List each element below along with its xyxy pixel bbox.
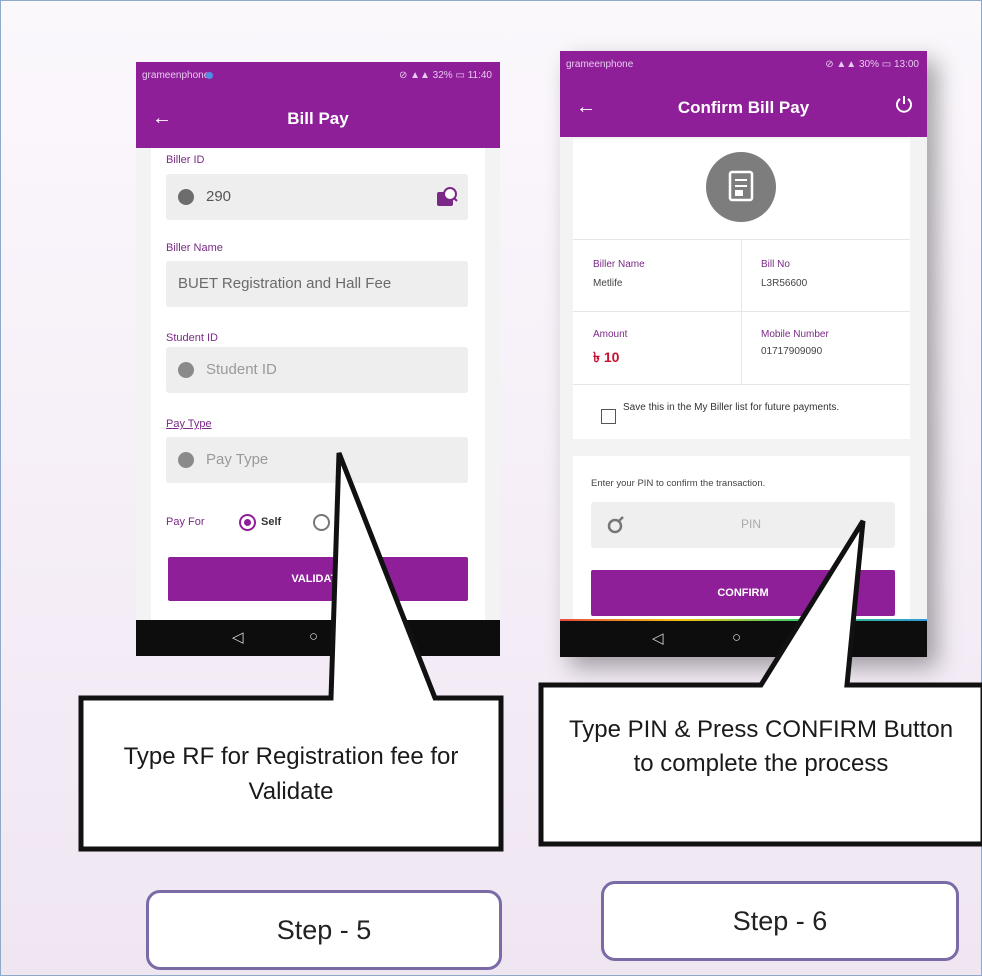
step5-label: Step - 5 <box>146 890 502 970</box>
step6-label: Step - 6 <box>601 881 959 961</box>
step6-callout-bubble <box>538 519 982 847</box>
step6-callout-text: Type PIN & Press CONFIRM Button to compl… <box>568 716 954 777</box>
step5-callout-text: Type RF for Registration fee for Validat… <box>123 743 459 805</box>
callout-graphics <box>78 452 982 852</box>
instruction-canvas: grameenphone ⊘ ▲▲ 32% ▭ 11:40 ← Bill Pay… <box>0 0 982 976</box>
